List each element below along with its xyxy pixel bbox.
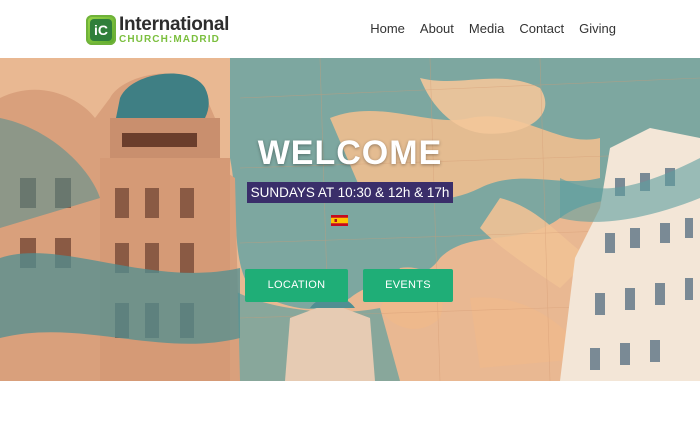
site-logo[interactable]: iC International CHURCH:MADRID (86, 14, 229, 46)
hero-background-image (0, 58, 700, 381)
location-button[interactable]: LOCATION (245, 269, 348, 302)
nav-about[interactable]: About (420, 21, 454, 36)
events-button[interactable]: EVENTS (363, 269, 453, 302)
hero-title: WELCOME (257, 134, 443, 172)
logo-mark-letters: iC (90, 19, 112, 41)
logo-title: International (119, 14, 230, 35)
nav-media[interactable]: Media (469, 21, 504, 36)
site-header: iC International CHURCH:MADRID Home Abou… (0, 0, 700, 58)
main-nav: Home About Media Contact Giving (355, 21, 616, 36)
logo-mark-icon: iC (86, 15, 116, 45)
hero-banner: WELCOME SUNDAYS AT 10:30 & 12h & 17h LOC… (0, 58, 700, 381)
logo-text: International CHURCH:MADRID (119, 15, 229, 45)
logo-subtitle: CHURCH:MADRID (119, 34, 220, 45)
nav-home[interactable]: Home (370, 21, 405, 36)
spain-flag-icon[interactable] (331, 215, 348, 226)
service-times: SUNDAYS AT 10:30 & 12h & 17h (247, 182, 453, 203)
nav-contact[interactable]: Contact (519, 21, 564, 36)
nav-giving[interactable]: Giving (579, 21, 616, 36)
